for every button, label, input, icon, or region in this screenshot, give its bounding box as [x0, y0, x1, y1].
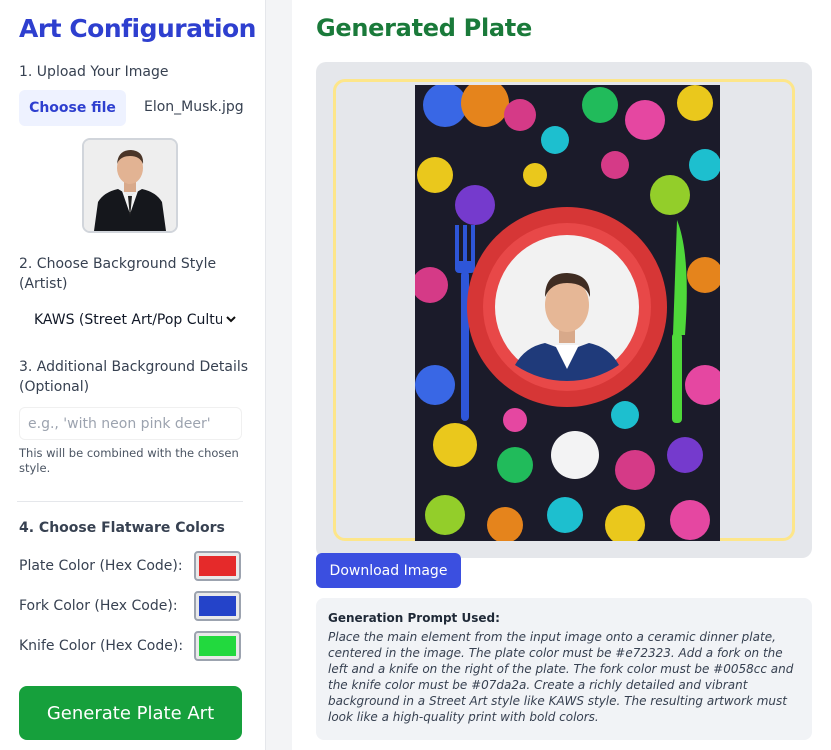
fork-color-swatch [199, 596, 236, 616]
file-name: Elon_Musk.jpg [144, 99, 244, 115]
image-frame [333, 79, 795, 541]
plate-color-picker[interactable] [194, 551, 241, 581]
knife-color-picker[interactable] [194, 631, 241, 661]
plate-color-label: Plate Color (Hex Code): [19, 558, 183, 574]
main-title: Generated Plate [316, 14, 532, 42]
image-stage [316, 62, 812, 558]
style-select[interactable]: KAWS (Street Art/Pop Culture) [19, 306, 242, 334]
fork-color-label: Fork Color (Hex Code): [19, 598, 178, 614]
knife-color-label: Knife Color (Hex Code): [19, 638, 184, 654]
prompt-text: Place the main element from the input im… [328, 630, 794, 724]
main-panel: Generated Plate Download Image Generatio… [292, 0, 831, 750]
chevron-down-icon [226, 316, 236, 323]
sidebar-title: Art Configuration [19, 14, 256, 43]
generated-plate-image [415, 85, 720, 541]
divider [17, 501, 243, 502]
prompt-box: Generation Prompt Used: Place the main e… [316, 598, 812, 740]
prompt-title: Generation Prompt Used: [328, 611, 500, 625]
details-hint: This will be combined with the chosen st… [19, 446, 239, 475]
details-label: 3. Additional Background Details (Option… [19, 359, 249, 395]
details-input[interactable]: e.g., 'with neon pink deer' [19, 407, 242, 440]
fork-color-picker[interactable] [194, 591, 241, 621]
download-button[interactable]: Download Image [316, 553, 461, 588]
style-label: 2. Choose Background Style (Artist) [19, 256, 217, 292]
upload-label: 1. Upload Your Image [19, 64, 169, 80]
generate-button[interactable]: Generate Plate Art [19, 686, 242, 740]
sidebar: Art Configuration 1. Upload Your Image C… [0, 0, 266, 750]
plate-color-swatch [199, 556, 236, 576]
style-select-value: KAWS (Street Art/Pop Culture) [34, 312, 222, 328]
choose-file-button[interactable]: Choose file [19, 90, 126, 126]
knife-color-swatch [199, 636, 236, 656]
flatware-heading: 4. Choose Flatware Colors [19, 520, 225, 536]
details-placeholder: e.g., 'with neon pink deer' [28, 415, 211, 432]
uploaded-image-preview [82, 138, 178, 233]
